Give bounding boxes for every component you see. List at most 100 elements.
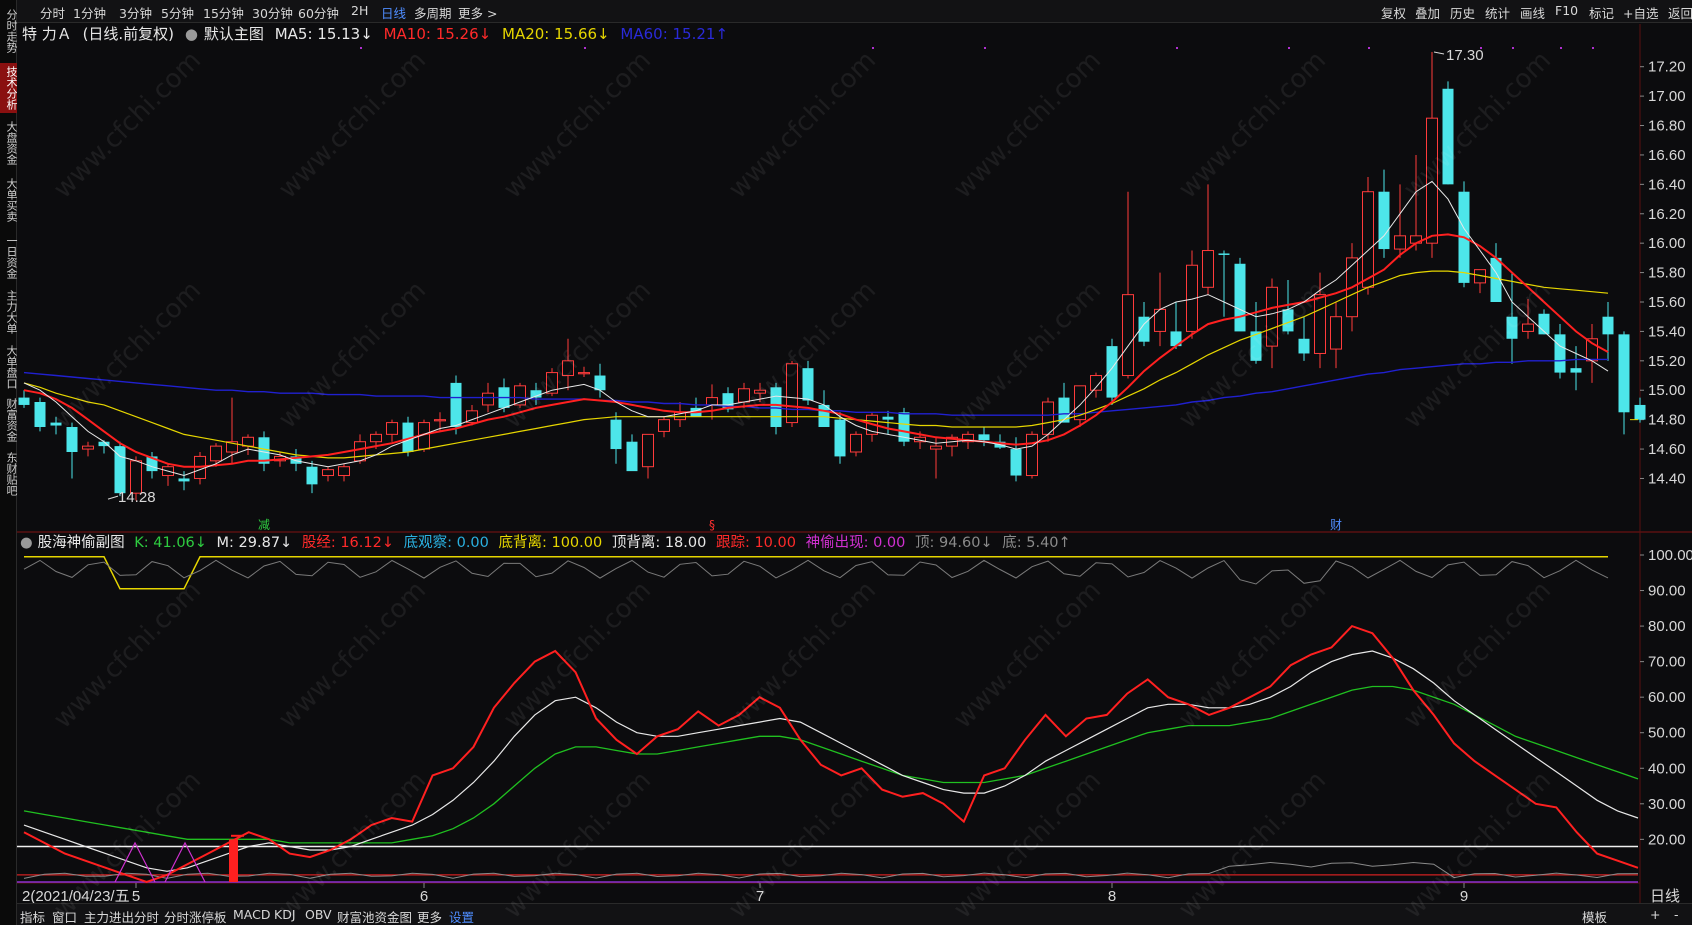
candle-down xyxy=(66,422,78,479)
tab-kdj[interactable]: KDJ xyxy=(274,907,296,922)
candle-up xyxy=(1522,299,1534,339)
stock-name: 特 力Ａ xyxy=(22,25,72,43)
tab-obv[interactable]: OBV xyxy=(305,907,332,922)
candle-body xyxy=(578,372,590,375)
candle-down xyxy=(306,460,318,494)
signal-dot xyxy=(1592,47,1594,49)
signal-dot xyxy=(1480,47,1482,49)
tab-main-flow[interactable]: 主力进出分时 xyxy=(84,907,159,925)
osc-axis-label: 100.00 xyxy=(1648,547,1692,564)
candle-up xyxy=(322,466,334,482)
btn-zoom-out[interactable]: - xyxy=(1674,907,1679,922)
sub-chart-legend: ● 股海神偷副图 K: 41.06↓ M: 29.87↓ 股经: 16.12↓ 底… xyxy=(20,531,1076,551)
candle-down xyxy=(530,382,542,405)
di-line xyxy=(23,861,1639,879)
main-chart-name[interactable]: 默认主图 xyxy=(204,25,264,43)
price-axis-label: 15.20 xyxy=(1648,353,1686,370)
price-axis-label: 15.80 xyxy=(1648,265,1686,282)
ma60-value: MA60: 15.21↑ xyxy=(620,25,729,43)
candle-up xyxy=(1394,184,1406,258)
signal-dot xyxy=(584,47,586,49)
candle-down xyxy=(1442,81,1454,185)
candle-up xyxy=(1426,52,1438,258)
settings-icon[interactable]: ● xyxy=(20,535,33,551)
btn-template[interactable]: 模板 xyxy=(1582,907,1607,925)
candle-up xyxy=(850,431,862,457)
diguancha-signal xyxy=(164,841,206,883)
candle-body xyxy=(338,466,350,477)
event-mark: 财 xyxy=(1330,518,1342,532)
candle-down xyxy=(1298,316,1310,361)
candle-up xyxy=(162,463,174,486)
tab-window[interactable]: 窗口 xyxy=(52,907,77,925)
candle-body xyxy=(1634,404,1646,420)
tab-indicator[interactable]: 指标 xyxy=(20,907,45,925)
osc-axis-label: 60.00 xyxy=(1648,689,1686,706)
candle-down xyxy=(34,397,46,432)
signal-dot xyxy=(984,47,986,49)
price-axis-label: 15.60 xyxy=(1648,294,1686,311)
signal-dot xyxy=(1512,47,1514,49)
candle-down xyxy=(834,412,846,464)
event-mark: 减 xyxy=(258,518,270,532)
candle-body xyxy=(1506,316,1518,339)
candle-body xyxy=(322,469,334,477)
candle-body xyxy=(802,368,814,401)
candle-body xyxy=(706,397,718,406)
shentou-value: 神偷出现: 0.00 xyxy=(805,535,906,551)
btn-zoom-in[interactable]: + xyxy=(1650,907,1660,922)
price-axis-label: 16.40 xyxy=(1648,176,1686,193)
dingbeili-value: 顶背离: 18.00 xyxy=(611,535,707,551)
stock-chart-app: 分时走势 技术分析 大盘资金 大单买卖 一日资金 主力大单 大单盘口 财富资金 东财贴吧 分时 … xyxy=(0,0,1692,925)
candle-down xyxy=(1570,346,1582,391)
candle-up xyxy=(866,412,878,442)
diguancha-value: 底观察: 0.00 xyxy=(403,535,489,551)
candle-down xyxy=(1234,257,1246,332)
candle-up xyxy=(642,433,654,479)
candle-body xyxy=(1106,346,1118,398)
candle-body xyxy=(354,441,366,462)
high-price-mark: 17.30 xyxy=(1446,47,1484,64)
price-axis-label: 15.00 xyxy=(1648,382,1686,399)
chart-mode: (日线.前复权) xyxy=(82,25,175,43)
candle-down xyxy=(1170,302,1182,350)
candle-body xyxy=(850,433,862,453)
candle-body xyxy=(1202,250,1214,288)
k-value: K: 41.06↓ xyxy=(134,535,207,551)
tab-more-indicators[interactable]: 更多 xyxy=(417,907,442,925)
price-axis-label: 14.60 xyxy=(1648,441,1686,458)
candle-up xyxy=(1330,302,1342,369)
candle-body xyxy=(370,433,382,443)
candle-body xyxy=(930,445,942,450)
candle-body xyxy=(594,375,606,391)
candle-down xyxy=(114,441,126,497)
candle-body xyxy=(770,387,782,427)
sub-chart-name[interactable]: 股海神偷副图 xyxy=(38,535,125,551)
genzong-signal-bar xyxy=(229,839,238,882)
candle-down xyxy=(818,390,830,427)
candle-body xyxy=(482,392,494,406)
candle-body xyxy=(610,419,622,450)
candle-up xyxy=(1586,324,1598,383)
signal-dot xyxy=(360,47,362,49)
candle-body xyxy=(1234,263,1246,332)
diguancha-signal xyxy=(114,841,156,883)
tab-settings[interactable]: 设置 xyxy=(449,907,474,925)
m-value: M: 29.87↓ xyxy=(216,535,293,551)
candle-up xyxy=(1202,184,1214,295)
candle-body xyxy=(1266,286,1278,347)
tab-fund-chart[interactable]: 财富池资金图 xyxy=(337,907,412,925)
chart-canvas[interactable]: 17.20 17.00 16.80 16.60 16.40 16.20 16.00 15.80… xyxy=(0,0,1692,925)
settings-icon[interactable]: ● xyxy=(185,25,198,43)
candle-down xyxy=(1554,324,1566,379)
candle-body xyxy=(178,478,190,482)
candle-body xyxy=(450,382,462,427)
candle-body xyxy=(1314,294,1326,354)
candle-body xyxy=(1122,294,1134,377)
tab-limit-up[interactable]: 分时涨停板 xyxy=(164,907,227,925)
candle-up xyxy=(1474,269,1486,294)
candle-up xyxy=(242,434,254,455)
osc-axis-label: 90.00 xyxy=(1648,583,1686,600)
candle-up xyxy=(658,416,670,438)
tab-macd[interactable]: MACD xyxy=(233,907,270,922)
